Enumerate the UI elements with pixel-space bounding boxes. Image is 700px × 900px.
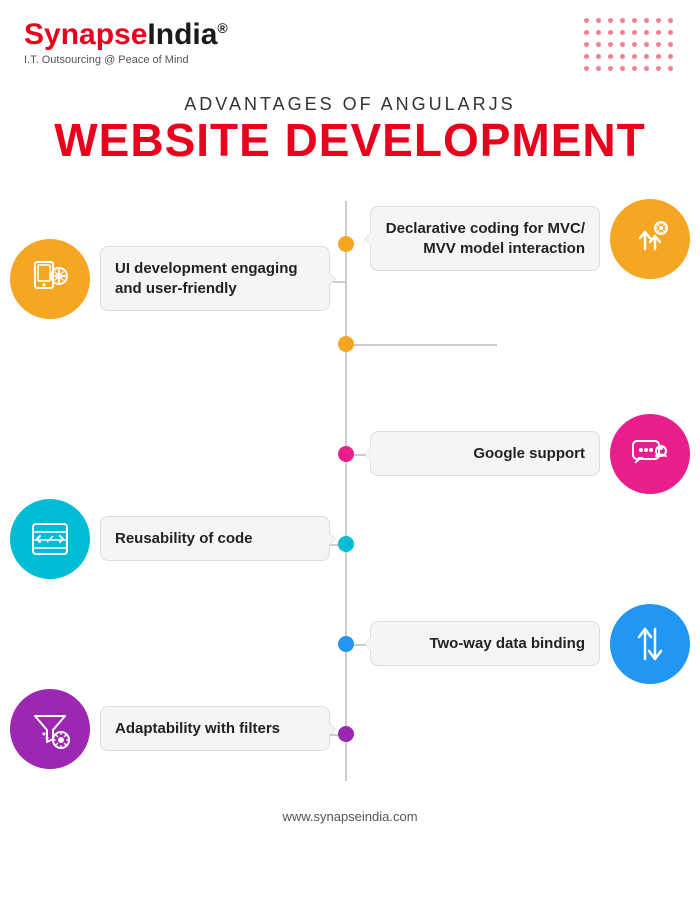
subtitle: ADVANTAGES OF ANGULARJS xyxy=(20,94,680,115)
header: SynapseIndia® I.T. Outsourcing @ Peace o… xyxy=(0,0,700,84)
timeline-dot-3 xyxy=(338,446,354,462)
dots-decoration xyxy=(584,18,676,74)
main-title: WEBSITE DEVELOPMENT xyxy=(20,115,680,166)
declarative-label: Declarative coding for MVC/ MVV model in… xyxy=(370,206,600,271)
logo: SynapseIndia® I.T. Outsourcing @ Peace o… xyxy=(24,18,228,66)
adaptability-label: Adaptability with filters xyxy=(100,706,330,752)
twoway-icon-circle xyxy=(610,604,690,684)
title-section: ADVANTAGES OF ANGULARJS WEBSITE DEVELOPM… xyxy=(0,84,700,171)
item-google: Google support xyxy=(370,414,690,494)
declarative-icon-circle xyxy=(610,199,690,279)
item-ui-development: UI development engaging and user-friendl… xyxy=(10,239,330,319)
item-reusability: Reusability of code xyxy=(10,499,330,579)
item-twoway: Two-way data binding xyxy=(370,604,690,684)
connector-right-1 xyxy=(347,344,497,346)
ui-dev-label: UI development engaging and user-friendl… xyxy=(100,246,330,311)
twoway-icon xyxy=(625,619,675,669)
google-icon-circle xyxy=(610,414,690,494)
google-icon xyxy=(625,429,675,479)
timeline-dot-5 xyxy=(338,636,354,652)
reusability-label: Reusability of code xyxy=(100,516,330,562)
center-line xyxy=(345,201,347,781)
declarative-icon xyxy=(625,214,675,264)
ui-dev-icon xyxy=(25,254,75,304)
timeline-dot-4 xyxy=(338,536,354,552)
website-url: www.synapseindia.com xyxy=(282,809,417,824)
diagram: UI development engaging and user-friendl… xyxy=(0,181,700,801)
item-adaptability: Adaptability with filters xyxy=(10,689,330,769)
timeline-dot-2 xyxy=(338,336,354,352)
reusability-icon-circle xyxy=(10,499,90,579)
twoway-label: Two-way data binding xyxy=(370,621,600,667)
adaptability-icon-circle xyxy=(10,689,90,769)
footer: www.synapseindia.com xyxy=(0,801,700,832)
logo-text: SynapseIndia® xyxy=(24,18,228,52)
ui-dev-icon-circle xyxy=(10,239,90,319)
tagline: I.T. Outsourcing @ Peace of Mind xyxy=(24,54,228,66)
adaptability-icon xyxy=(25,704,75,754)
timeline-dot-1 xyxy=(338,236,354,252)
timeline-dot-6 xyxy=(338,726,354,742)
item-declarative: Declarative coding for MVC/ MVV model in… xyxy=(370,199,690,279)
google-label: Google support xyxy=(370,431,600,477)
reusability-icon xyxy=(25,514,75,564)
